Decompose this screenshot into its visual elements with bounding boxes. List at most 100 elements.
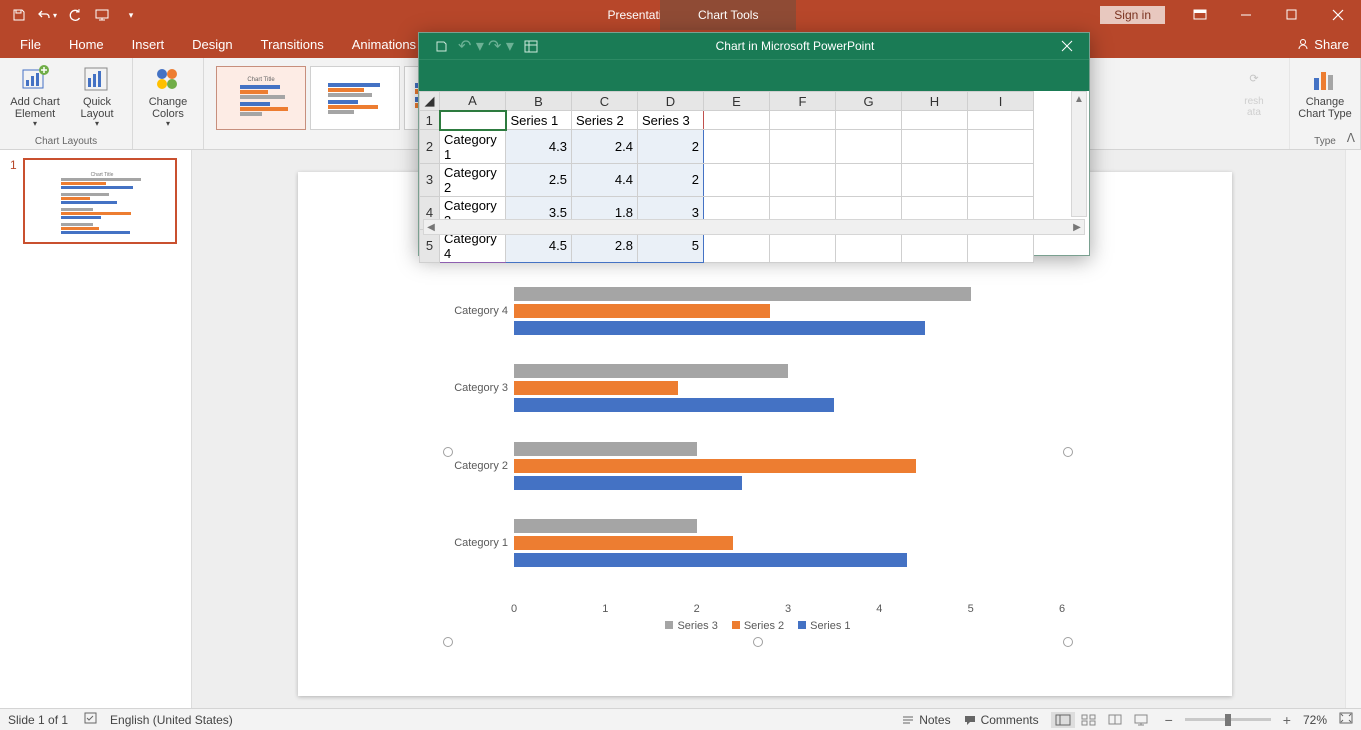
close-icon[interactable] (1315, 0, 1361, 30)
chart-style-2[interactable] (310, 66, 400, 130)
cell-val[interactable]: 2 (638, 130, 704, 164)
row-header-3[interactable]: 3 (420, 163, 440, 196)
quick-layout-button[interactable]: Quick Layout▾ (70, 62, 124, 129)
cell[interactable] (836, 130, 902, 164)
cell-val[interactable]: 2.5 (506, 163, 572, 196)
tab-transitions[interactable]: Transitions (247, 30, 338, 58)
sign-in-button[interactable]: Sign in (1100, 6, 1165, 24)
cell[interactable] (968, 163, 1034, 196)
cell-b1[interactable]: Series 1 (506, 111, 572, 130)
cell[interactable] (704, 130, 770, 164)
cell[interactable] (902, 163, 968, 196)
spell-check-icon[interactable] (84, 711, 100, 728)
slideshow-from-start-icon[interactable] (90, 2, 116, 28)
change-colors-button[interactable]: Change Colors▾ (141, 62, 195, 129)
redo-icon[interactable] (62, 2, 88, 28)
row-header-2[interactable]: 2 (420, 130, 440, 164)
cell-d1[interactable]: Series 3 (638, 111, 704, 130)
bar-Series3[interactable] (514, 519, 697, 533)
qat-customize-icon[interactable]: ▾ (118, 2, 144, 28)
minimize-icon[interactable] (1223, 0, 1269, 30)
col-header-I[interactable]: I (968, 92, 1034, 111)
data-save-icon[interactable] (427, 34, 455, 58)
bar-Series1[interactable] (514, 398, 834, 412)
ribbon-display-options-icon[interactable] (1177, 0, 1223, 30)
tab-animations[interactable]: Animations (338, 30, 430, 58)
reading-view-icon[interactable] (1103, 712, 1127, 728)
tab-file[interactable]: File (6, 30, 55, 58)
bar-Series3[interactable] (514, 364, 788, 378)
col-header-B[interactable]: B (506, 92, 572, 111)
cell[interactable] (770, 111, 836, 130)
share-button[interactable]: Share (1296, 37, 1349, 52)
cell[interactable] (704, 163, 770, 196)
data-redo-icon[interactable]: ↷ ▾ (487, 34, 515, 58)
cell[interactable] (968, 130, 1034, 164)
zoom-out-icon[interactable]: − (1165, 712, 1173, 728)
bar-Series1[interactable] (514, 553, 907, 567)
select-all-cell[interactable]: ◢ (420, 92, 440, 111)
col-header-G[interactable]: G (836, 92, 902, 111)
slideshow-view-icon[interactable] (1129, 712, 1153, 728)
col-header-E[interactable]: E (704, 92, 770, 111)
bar-Series2[interactable] (514, 536, 733, 550)
data-panel-close-icon[interactable] (1045, 33, 1089, 59)
save-icon[interactable] (6, 2, 32, 28)
data-edit-in-excel-icon[interactable] (517, 34, 545, 58)
col-header-D[interactable]: D (638, 92, 704, 111)
col-header-F[interactable]: F (770, 92, 836, 111)
bar-Series2[interactable] (514, 304, 770, 318)
tab-home[interactable]: Home (55, 30, 118, 58)
notes-button[interactable]: Notes (901, 713, 950, 727)
comments-button[interactable]: Comments (963, 713, 1039, 727)
cell-cat[interactable]: Category 2 (440, 163, 506, 196)
cell[interactable] (704, 111, 770, 130)
col-header-C[interactable]: C (572, 92, 638, 111)
maximize-icon[interactable] (1269, 0, 1315, 30)
bar-Series2[interactable] (514, 381, 678, 395)
add-chart-element-button[interactable]: Add Chart Element▾ (8, 62, 62, 129)
chart-object[interactable]: Category 4Category 3Category 2Category 1… (448, 262, 1068, 642)
zoom-level[interactable]: 72% (1303, 713, 1327, 727)
cell[interactable] (902, 111, 968, 130)
cell[interactable] (770, 130, 836, 164)
normal-view-icon[interactable] (1051, 712, 1075, 728)
cell-val[interactable]: 4.4 (572, 163, 638, 196)
collapse-ribbon-icon[interactable]: ᐱ (1347, 131, 1355, 145)
slide-sorter-view-icon[interactable] (1077, 712, 1101, 728)
bar-Series2[interactable] (514, 459, 916, 473)
cell[interactable] (770, 163, 836, 196)
bar-Series3[interactable] (514, 287, 971, 301)
data-hscrollbar[interactable]: ◀▶ (423, 219, 1085, 235)
zoom-in-icon[interactable]: + (1283, 712, 1291, 728)
data-grid[interactable]: ◢ABCDEFGHI1Series 1Series 2Series 32Cate… (419, 91, 1089, 237)
cell-c1[interactable]: Series 2 (572, 111, 638, 130)
bar-Series3[interactable] (514, 442, 697, 456)
bar-Series1[interactable] (514, 476, 742, 490)
cell-val[interactable]: 4.3 (506, 130, 572, 164)
undo-icon[interactable]: ▾ (34, 2, 60, 28)
cell[interactable] (968, 111, 1034, 130)
chart-style-1[interactable]: Chart Title (216, 66, 306, 130)
cell-cat[interactable]: Category 1 (440, 130, 506, 164)
col-header-A[interactable]: A (440, 92, 506, 111)
slide-thumbnail-1[interactable]: Chart Title (23, 158, 177, 244)
cell[interactable] (902, 130, 968, 164)
change-chart-type-button[interactable]: Change Chart Type (1298, 62, 1352, 120)
cell-val[interactable]: 2 (638, 163, 704, 196)
col-header-H[interactable]: H (902, 92, 968, 111)
zoom-slider[interactable] (1185, 718, 1271, 721)
tab-insert[interactable]: Insert (118, 30, 179, 58)
row-header-1[interactable]: 1 (420, 111, 440, 130)
tab-design[interactable]: Design (178, 30, 246, 58)
cell-val[interactable]: 2.4 (572, 130, 638, 164)
status-language[interactable]: English (United States) (110, 713, 233, 727)
fit-to-window-icon[interactable] (1339, 712, 1353, 727)
data-vscrollbar[interactable]: ▲ (1071, 91, 1087, 217)
bar-Series1[interactable] (514, 321, 925, 335)
cell[interactable] (836, 111, 902, 130)
cell-a1[interactable] (440, 111, 506, 130)
cell[interactable] (836, 163, 902, 196)
canvas-scrollbar[interactable] (1345, 150, 1361, 708)
data-undo-icon[interactable]: ↶ ▾ (457, 34, 485, 58)
